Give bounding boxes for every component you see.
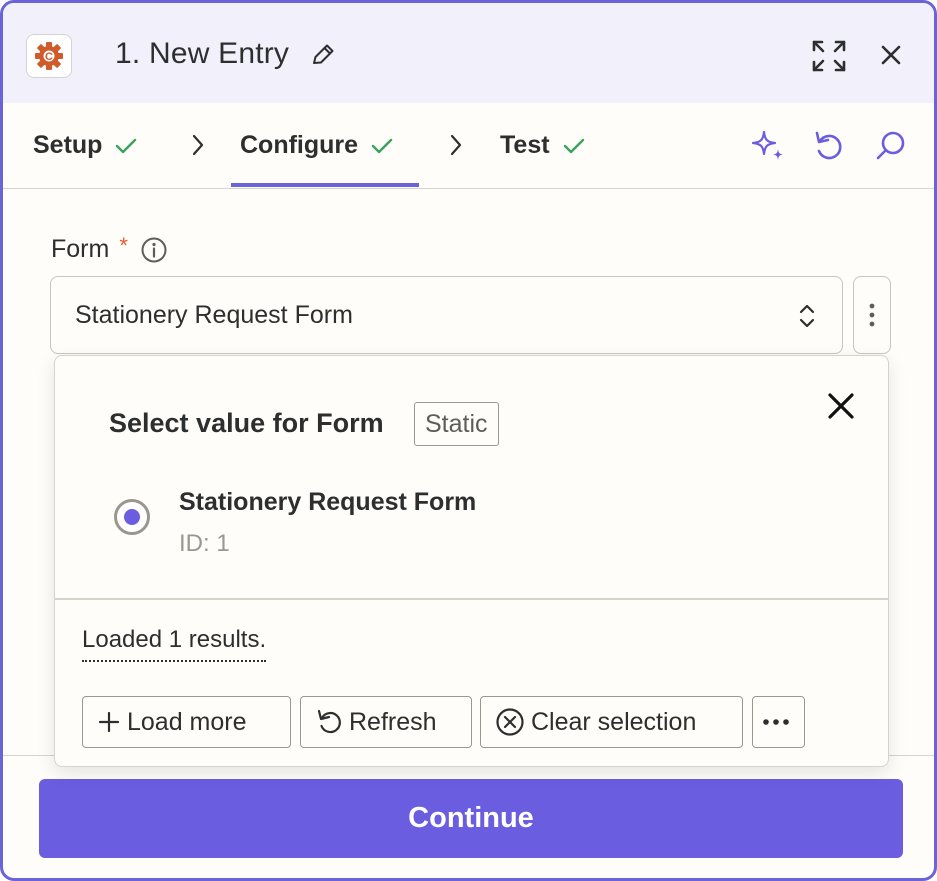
option-title: Stationery Request Form bbox=[179, 488, 477, 516]
step-title: 1. New Entry bbox=[115, 37, 290, 70]
clear-circle-icon bbox=[496, 708, 524, 736]
popup-title: Select value for Form bbox=[109, 408, 384, 438]
chevron-updown-icon bbox=[799, 304, 815, 328]
undo-icon[interactable] bbox=[811, 129, 847, 163]
more-options-button[interactable] bbox=[752, 696, 805, 748]
clear-selection-button[interactable]: Clear selection bbox=[480, 696, 743, 748]
value-picker-popup: Select value for Form Static Stationery … bbox=[54, 355, 889, 767]
required-marker: * bbox=[119, 232, 128, 258]
tab-configure[interactable]: Configure bbox=[240, 131, 394, 160]
close-icon[interactable] bbox=[879, 43, 903, 67]
panel-header: C 1. New Entry bbox=[3, 3, 934, 103]
field-options-button[interactable] bbox=[853, 276, 891, 354]
search-icon[interactable] bbox=[873, 129, 909, 163]
check-icon bbox=[563, 138, 584, 153]
form-field-label: Form * bbox=[51, 232, 168, 264]
refresh-label: Refresh bbox=[349, 707, 437, 736]
step-panel: C 1. New Entry Setup Configure Test Form… bbox=[0, 0, 937, 881]
form-select[interactable]: Stationery Request Form bbox=[50, 276, 843, 354]
expand-icon[interactable] bbox=[811, 39, 847, 73]
popup-divider bbox=[55, 598, 888, 600]
option-id: ID: 1 bbox=[179, 530, 230, 557]
form-select-value: Stationery Request Form bbox=[75, 300, 353, 329]
step-tabs: Setup Configure Test bbox=[3, 103, 934, 189]
tab-setup-label: Setup bbox=[33, 131, 103, 159]
form-label-text: Form bbox=[51, 235, 110, 263]
cog-app-icon: C bbox=[26, 34, 72, 78]
ai-sparkle-icon[interactable] bbox=[750, 129, 786, 163]
chevron-right-icon bbox=[450, 134, 462, 156]
check-icon bbox=[116, 138, 137, 153]
info-icon[interactable] bbox=[140, 236, 168, 264]
loaded-results-text: Loaded 1 results. bbox=[82, 626, 267, 662]
pencil-icon[interactable] bbox=[309, 41, 337, 69]
option-item[interactable]: Stationery Request Form ID: 1 bbox=[111, 484, 811, 564]
svg-text:C: C bbox=[45, 51, 53, 63]
tab-test[interactable]: Test bbox=[500, 131, 586, 160]
radio-selected-icon[interactable] bbox=[113, 498, 151, 536]
active-tab-indicator bbox=[231, 183, 419, 187]
vertical-dots-icon bbox=[869, 303, 875, 327]
refresh-button[interactable]: Refresh bbox=[300, 696, 472, 748]
refresh-icon bbox=[317, 709, 341, 734]
tab-test-label: Test bbox=[500, 131, 550, 159]
load-more-label: Load more bbox=[127, 707, 247, 736]
load-more-button[interactable]: Load more bbox=[82, 696, 291, 748]
check-icon bbox=[371, 138, 393, 153]
static-badge: Static bbox=[414, 402, 499, 446]
chevron-right-icon bbox=[192, 134, 204, 156]
continue-button[interactable]: Continue bbox=[39, 779, 903, 858]
tab-setup[interactable]: Setup bbox=[33, 131, 138, 160]
clear-selection-label: Clear selection bbox=[531, 707, 697, 736]
more-horizontal-icon bbox=[762, 719, 789, 725]
plus-icon bbox=[98, 711, 120, 733]
tab-configure-label: Configure bbox=[240, 131, 359, 159]
close-icon[interactable] bbox=[825, 390, 857, 422]
